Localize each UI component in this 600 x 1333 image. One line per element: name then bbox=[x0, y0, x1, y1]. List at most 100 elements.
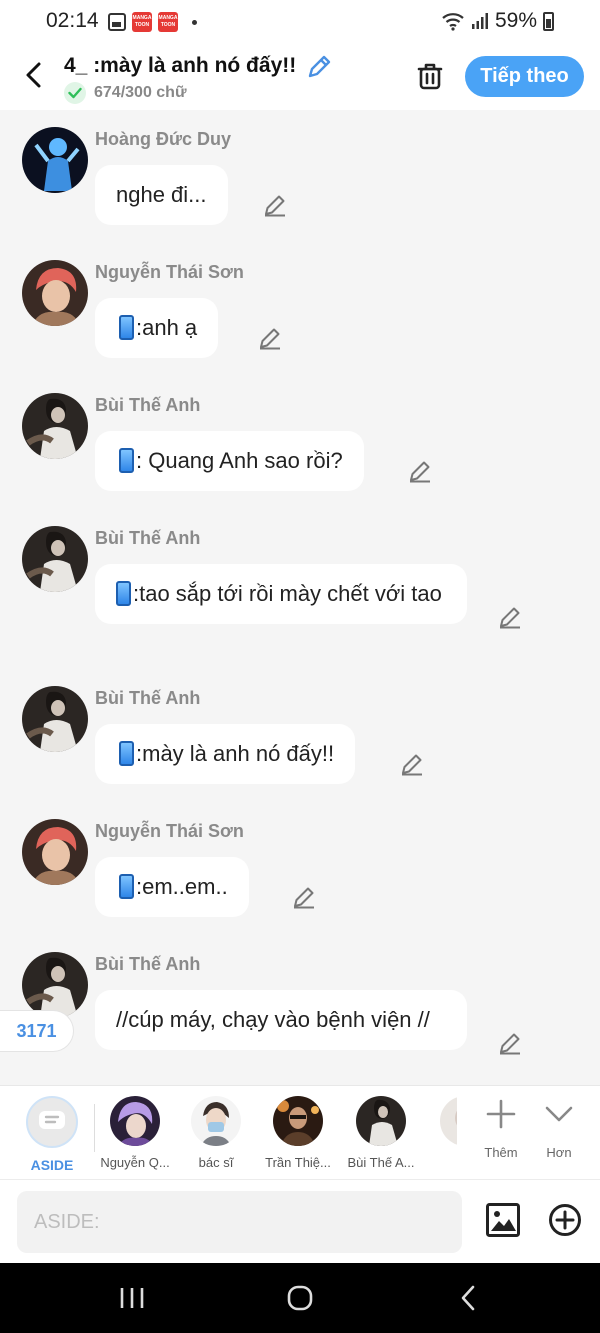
phone-icon bbox=[119, 315, 134, 340]
avatar[interactable] bbox=[22, 393, 88, 459]
pencil-icon[interactable] bbox=[407, 458, 433, 484]
message-bubble[interactable]: :anh ạ bbox=[95, 298, 219, 358]
character-avatar bbox=[273, 1096, 323, 1146]
chat-bubble-icon bbox=[39, 1111, 65, 1129]
phone-icon bbox=[116, 581, 131, 606]
back-icon bbox=[461, 1285, 475, 1311]
add-character-button[interactable]: Thêm bbox=[473, 1098, 529, 1160]
signal-icon bbox=[471, 13, 488, 29]
editor-header: 4_ :mày là anh nó đấy!! 674/300 chữ Tiếp… bbox=[0, 44, 600, 110]
home-icon bbox=[287, 1285, 313, 1311]
pencil-icon[interactable] bbox=[262, 192, 288, 218]
trash-icon[interactable] bbox=[414, 60, 446, 92]
character-avatar bbox=[440, 1096, 457, 1146]
manga-toon-icon: MANGA TOON bbox=[158, 12, 178, 32]
gallery-icon bbox=[108, 13, 126, 31]
chat-area[interactable]: Hoàng Đức Duy nghe đi... Nguyễn Thái Sơn… bbox=[0, 110, 600, 1085]
more-notifications-dot bbox=[192, 19, 197, 25]
recent-apps-icon bbox=[120, 1288, 144, 1308]
character-item[interactable]: bác sĩ bbox=[176, 1096, 256, 1170]
aside-label: ASIDE bbox=[30, 1157, 74, 1173]
status-time: 02:14 bbox=[46, 9, 99, 32]
avatar[interactable] bbox=[22, 260, 88, 326]
phone-icon bbox=[119, 448, 134, 473]
aside-avatar bbox=[26, 1096, 78, 1148]
character-item-partial[interactable] bbox=[425, 1096, 457, 1146]
character-label: Nguyễn Q... bbox=[100, 1155, 170, 1170]
plus-icon bbox=[486, 1099, 516, 1129]
pencil-icon[interactable] bbox=[399, 751, 425, 777]
character-aside[interactable]: ASIDE bbox=[12, 1096, 92, 1173]
back-button[interactable] bbox=[18, 58, 48, 92]
status-right: 59% bbox=[441, 9, 554, 33]
message-text: :tao sắp tới rồi mày chết với tao bbox=[133, 581, 442, 606]
battery-icon bbox=[543, 11, 554, 31]
character-avatar bbox=[191, 1096, 241, 1146]
phone-icon bbox=[119, 874, 134, 899]
character-avatar bbox=[110, 1096, 160, 1146]
message-bubble[interactable]: :mày là anh nó đấy!! bbox=[95, 724, 356, 784]
pencil-icon[interactable] bbox=[497, 604, 523, 630]
next-button[interactable]: Tiếp theo bbox=[465, 56, 584, 97]
more-button[interactable]: Hơn bbox=[531, 1098, 587, 1160]
sender-name: Nguyễn Thái Sơn bbox=[95, 821, 244, 841]
character-label: Trần Thiệ... bbox=[265, 1155, 331, 1170]
sender-name: Bùi Thế Anh bbox=[95, 688, 201, 708]
manga-toon-icon: MANGA TOON bbox=[132, 12, 152, 32]
phone-icon bbox=[119, 741, 134, 766]
message-bubble[interactable]: nghe đi... bbox=[95, 165, 228, 225]
sender-name: Hoàng Đức Duy bbox=[95, 129, 232, 149]
pencil-icon[interactable] bbox=[497, 1030, 523, 1056]
more-label: Hơn bbox=[546, 1145, 572, 1160]
avatar[interactable] bbox=[22, 952, 88, 1018]
message-bubble[interactable]: :tao sắp tới rồi mày chết với tao bbox=[95, 564, 467, 624]
notification-icons: MANGA TOON MANGA TOON bbox=[108, 12, 197, 32]
pencil-icon[interactable] bbox=[257, 325, 283, 351]
avatar[interactable] bbox=[22, 526, 88, 592]
avatar[interactable] bbox=[22, 127, 88, 193]
message-text: :anh ạ bbox=[136, 315, 198, 340]
system-nav-bar bbox=[0, 1263, 600, 1333]
message-text: :mày là anh nó đấy!! bbox=[136, 741, 335, 766]
message-bubble[interactable]: :em..em.. bbox=[95, 857, 249, 917]
character-label: Bùi Thế A... bbox=[347, 1155, 415, 1170]
status-bar: 02:14 MANGA TOON MANGA TOON 59% bbox=[0, 0, 600, 44]
character-avatar bbox=[356, 1096, 406, 1146]
sender-name: Bùi Thế Anh bbox=[95, 528, 201, 548]
character-item[interactable]: Trần Thiệ... bbox=[258, 1096, 338, 1170]
image-icon[interactable] bbox=[485, 1202, 521, 1238]
message-counter[interactable]: 3171 bbox=[0, 1010, 74, 1052]
system-back-button[interactable] bbox=[448, 1283, 488, 1313]
add-label: Thêm bbox=[484, 1145, 518, 1160]
message-text: :em..em.. bbox=[136, 874, 228, 899]
avatar[interactable] bbox=[22, 819, 88, 885]
message-bubble[interactable]: //cúp máy, chạy vào bệnh viện // bbox=[95, 990, 467, 1050]
message-text: nghe đi... bbox=[116, 182, 207, 207]
recent-apps-button[interactable] bbox=[112, 1283, 152, 1313]
character-item[interactable]: Nguyễn Q... bbox=[95, 1096, 175, 1170]
message-bubble[interactable]: : Quang Anh sao rồi? bbox=[95, 431, 364, 491]
char-count-text: 674/300 chữ bbox=[94, 84, 187, 101]
message-input[interactable] bbox=[17, 1191, 462, 1253]
message-text: //cúp máy, chạy vào bệnh viện // bbox=[116, 1007, 430, 1032]
chevron-down-icon bbox=[545, 1106, 573, 1122]
plus-circle-icon[interactable] bbox=[548, 1203, 582, 1237]
check-icon bbox=[64, 82, 86, 104]
character-label: bác sĩ bbox=[198, 1155, 234, 1170]
edit-title-pencil-icon[interactable] bbox=[305, 53, 333, 81]
input-bar bbox=[0, 1179, 600, 1263]
wifi-icon bbox=[442, 13, 464, 31]
avatar[interactable] bbox=[22, 686, 88, 752]
message-text: : Quang Anh sao rồi? bbox=[136, 448, 343, 473]
sender-name: Nguyễn Thái Sơn bbox=[95, 262, 244, 282]
sender-name: Bùi Thế Anh bbox=[95, 395, 201, 415]
battery-percent: 59% bbox=[494, 9, 537, 32]
chapter-title: 4_ :mày là anh nó đấy!! bbox=[64, 54, 297, 77]
home-button[interactable] bbox=[280, 1283, 320, 1313]
character-bar: ASIDE Nguyễn Q... bác sĩ Trần Thiệ... Bù… bbox=[0, 1085, 600, 1179]
sender-name: Bùi Thế Anh bbox=[95, 954, 201, 974]
word-count: 674/300 chữ bbox=[64, 82, 187, 104]
character-item[interactable]: Bùi Thế A... bbox=[341, 1096, 421, 1170]
pencil-icon[interactable] bbox=[291, 884, 317, 910]
back-arrow-icon bbox=[26, 62, 41, 88]
